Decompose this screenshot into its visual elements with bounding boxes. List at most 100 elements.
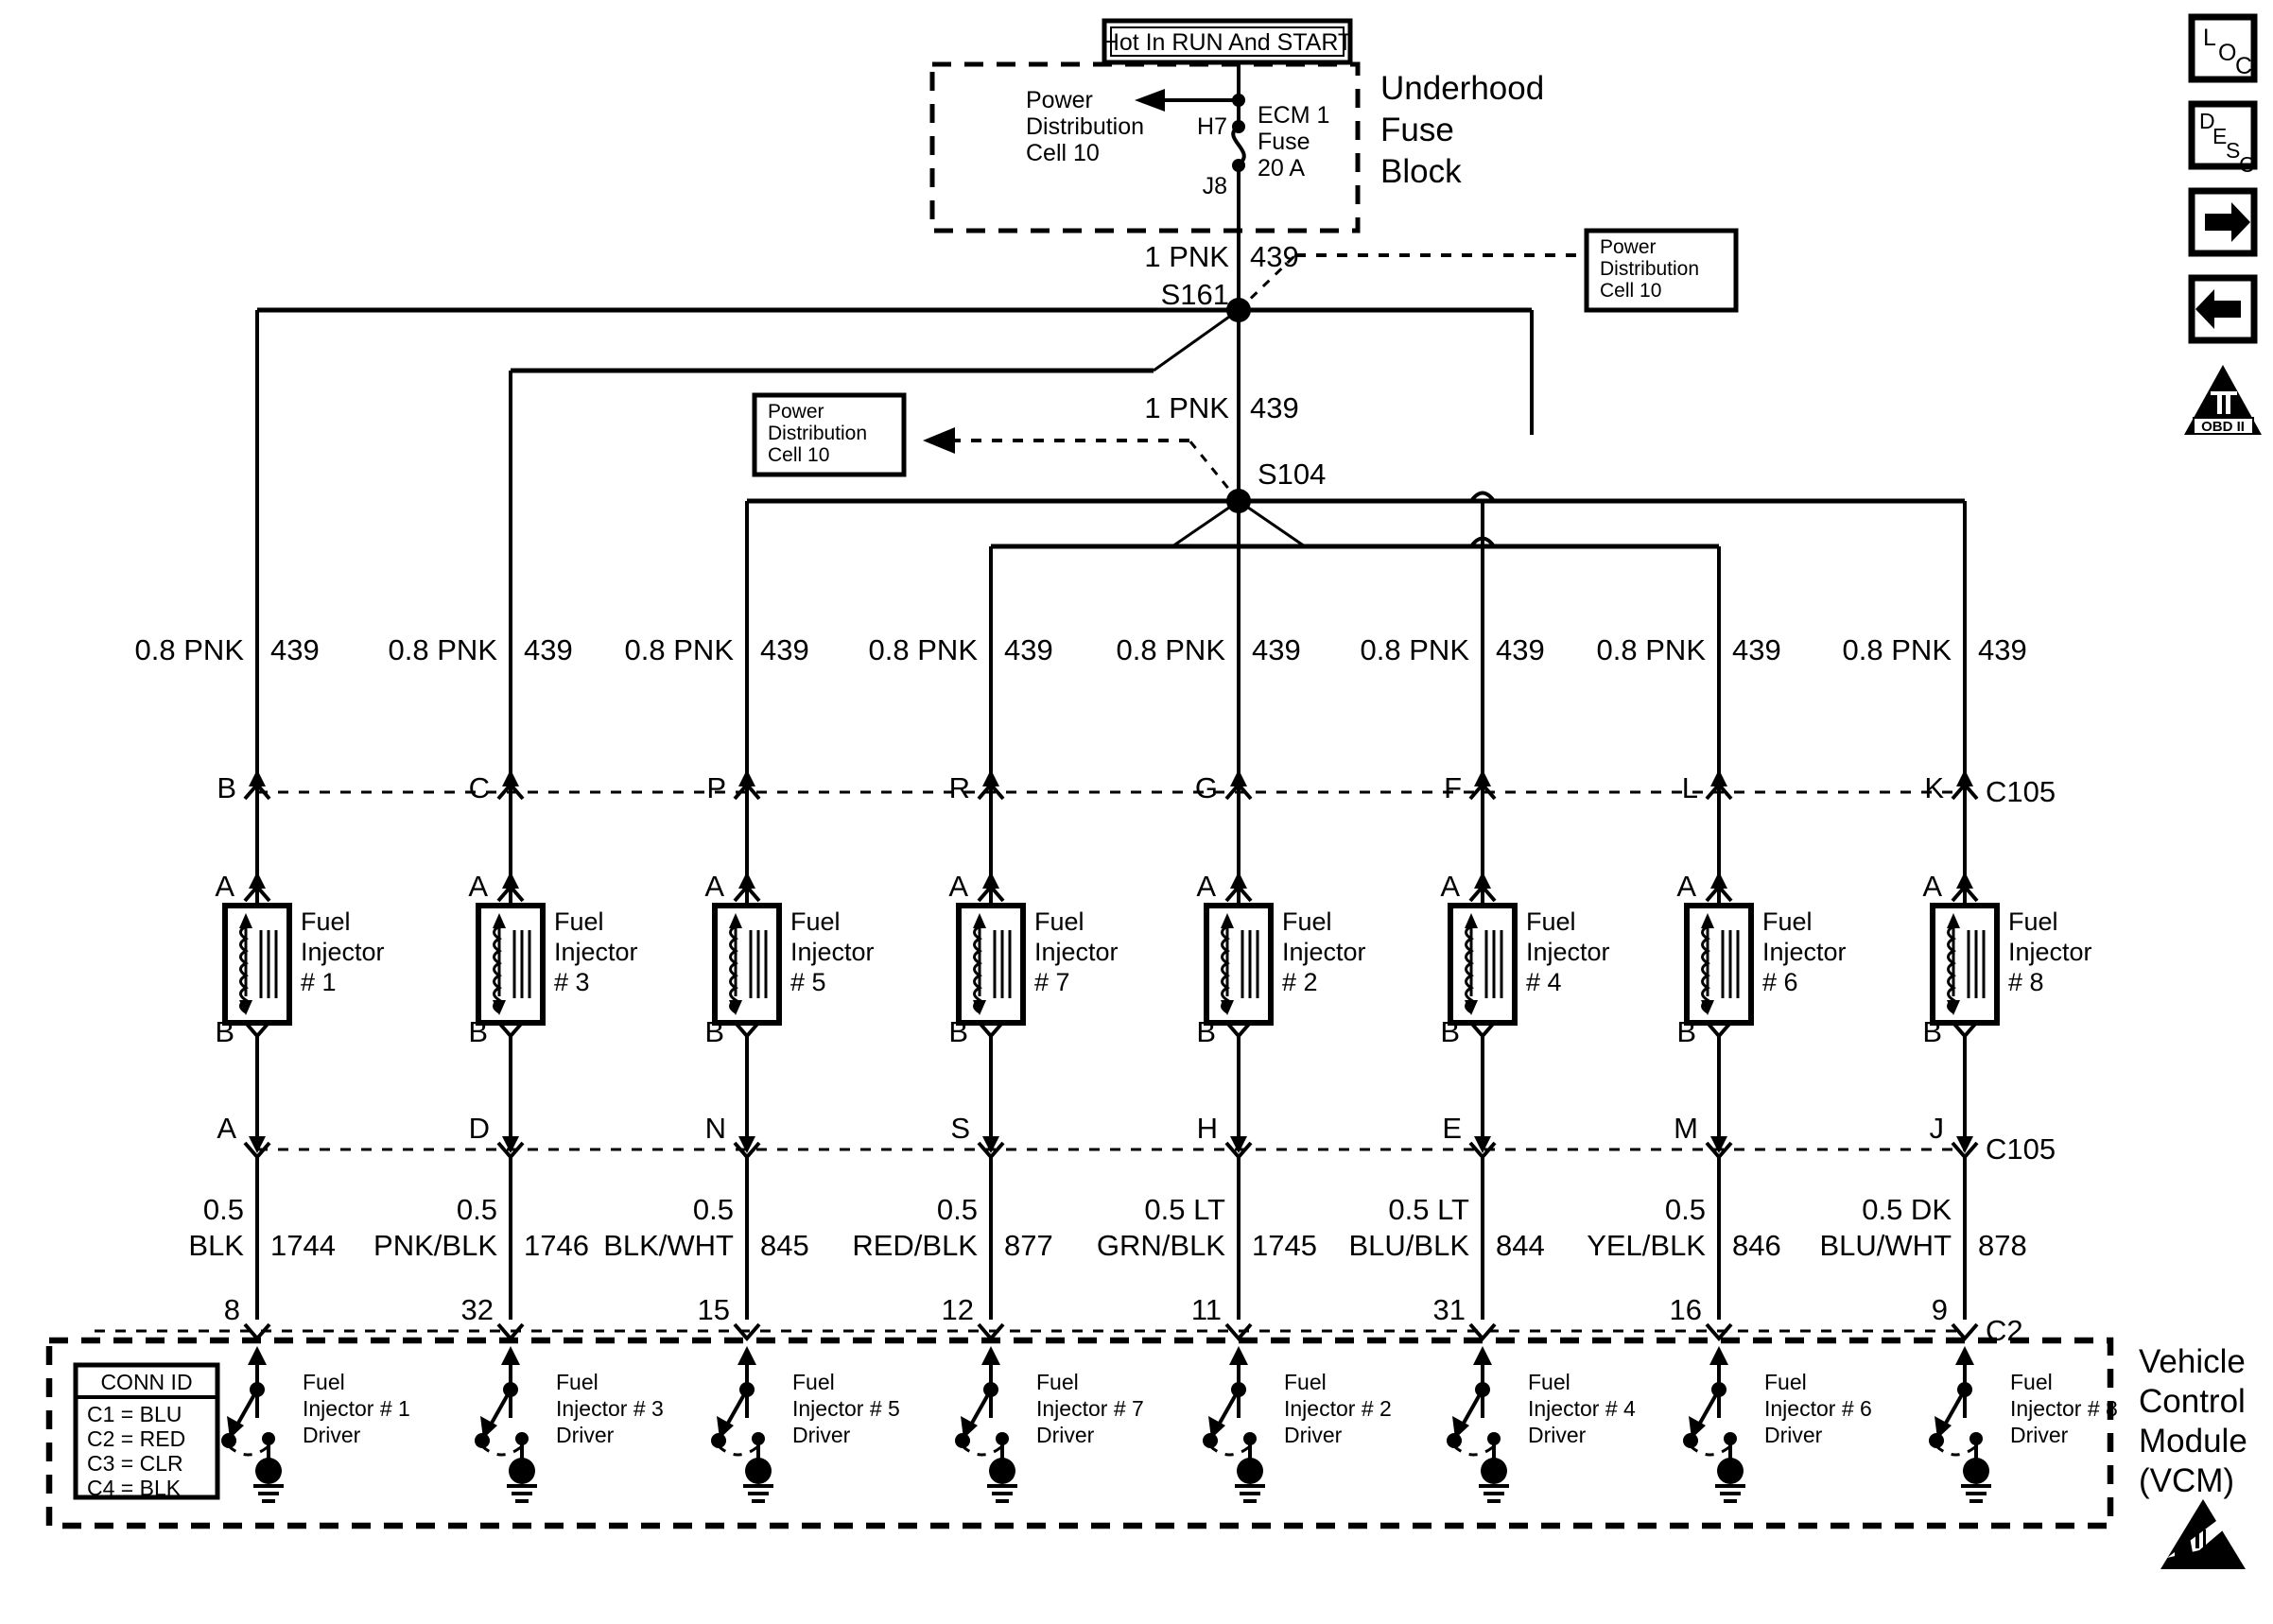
injector-number: # 2: [1282, 968, 1318, 996]
supply-circuit: 439: [760, 633, 809, 666]
injector-pin-a: A: [948, 870, 968, 903]
return-circuit: 1745: [1252, 1229, 1317, 1262]
supply-circuit: 439: [1496, 633, 1545, 666]
injector-column: 0.8 PNK 439 B A FuelInjector# 1 B A 0.5BLK 1744 8: [135, 633, 385, 1342]
fuel-injector-symbol: [1930, 903, 2000, 1026]
pdc-ur-line2: Distribution: [1600, 258, 1699, 280]
fuse-block-title-line1: Underhood: [1380, 70, 1544, 107]
fuel-injector-symbol: [476, 903, 546, 1026]
wiring-diagram-canvas: Hot In RUN And START Power Distribution …: [45, 13, 2262, 1569]
supply-size: 0.8 PNK: [869, 633, 979, 666]
injector-label-line1: Fuel: [1762, 907, 1813, 936]
return-size-line1: 0.5 DK: [1862, 1193, 1952, 1226]
desc-char-3: C: [2239, 152, 2255, 177]
injector-pin-a: A: [1676, 870, 1696, 903]
supply-circuit: 439: [1978, 633, 2027, 666]
return-size-line2: PNK/BLK: [373, 1229, 497, 1262]
fuel-injector-symbol: [956, 903, 1026, 1026]
driver-label-line3: Driver: [1036, 1423, 1095, 1447]
c105-top-pin: B: [217, 771, 236, 804]
connector-c105-lower-label: C105: [1986, 1132, 2056, 1166]
prev-button[interactable]: [2188, 274, 2258, 344]
fuse-block-title-line2: Fuse: [1380, 112, 1454, 148]
c105-top-pin: K: [1924, 771, 1944, 804]
injector-driver-stage: FuelInjector # 2Driver: [1203, 1346, 1392, 1503]
vcm-pin-number: 9: [1932, 1293, 1948, 1326]
injector-pin-a: A: [468, 870, 488, 903]
driver-label-line3: Driver: [2010, 1423, 2069, 1447]
toolbar[interactable]: L O C D E S C OBD II: [2160, 13, 2262, 1569]
injector-column: 0.8 PNK 439 G A FuelInjector# 2 B H 0.5 LTGRN/B…: [1097, 633, 1366, 1342]
c105-top-pin: C: [469, 771, 490, 804]
wiring-diagram-page: Hot In RUN And START Power Distribution …: [0, 0, 2273, 1624]
injector-pin-a: A: [215, 870, 234, 903]
obd-badge-label: OBD II: [2201, 419, 2245, 435]
vcm-title-line1: Vehicle: [2139, 1343, 2246, 1380]
injector-label-line1: Fuel: [2008, 907, 2058, 936]
driver-label-line1: Fuel: [2010, 1370, 2053, 1394]
c105-bot-pin: H: [1197, 1112, 1218, 1145]
injector-label-line1: Fuel: [554, 907, 604, 936]
injector-label-line1: Fuel: [1282, 907, 1332, 936]
feed-mid-size: 1 PNK: [1144, 391, 1229, 424]
return-size-line2: BLU/BLK: [1348, 1229, 1469, 1262]
injector-driver-stage: FuelInjector # 3Driver: [475, 1346, 664, 1503]
supply-size: 0.8 PNK: [625, 633, 735, 666]
fuel-injector-symbol: [1684, 903, 1754, 1026]
vcm-title-line2: Control: [2139, 1383, 2246, 1420]
underhood-fuse-block: Power Distribution Cell 10 H7 J8 ECM 1 F…: [929, 61, 1361, 233]
main-feed-trunk: 1 PNK 439 S161: [1144, 231, 1299, 311]
injector-label-line2: Injector: [2008, 938, 2092, 966]
pdc-fuseblock-line2: Distribution: [1026, 113, 1144, 140]
supply-circuit: 439: [1252, 633, 1301, 666]
c105-top-pin: P: [706, 771, 726, 804]
return-circuit: 877: [1004, 1229, 1053, 1262]
loc-char-2: C: [2235, 53, 2252, 79]
supply-circuit: 439: [1004, 633, 1053, 666]
supply-circuit: 439: [524, 633, 573, 666]
conn-id-row-2: C3 = CLR: [87, 1451, 183, 1476]
pdc-ml-line1: Power: [768, 401, 824, 423]
driver-label-line3: Driver: [1528, 1423, 1587, 1447]
injector-pin-a: A: [1196, 870, 1216, 903]
vcm-pin-number: 32: [461, 1293, 494, 1326]
vcm-pin-number: 8: [224, 1293, 240, 1326]
conn-id-row-0: C1 = BLU: [87, 1402, 182, 1426]
fuse-terminal-j8: J8: [1203, 173, 1227, 199]
fuel-injector-symbol: [1448, 903, 1518, 1026]
injector-column: 0.8 PNK 439 P A FuelInjector# 5 B N 0.5BLK/WHT 8…: [603, 633, 875, 1342]
injector-number: # 6: [1762, 968, 1798, 996]
driver-label-line3: Driver: [303, 1423, 361, 1447]
driver-label-line2: Injector # 2: [1284, 1396, 1392, 1421]
fuse-block-title-line3: Block: [1380, 153, 1462, 190]
c105-top-pin: R: [949, 771, 970, 804]
injector-pin-b: B: [468, 1015, 488, 1048]
injector-column: 0.8 PNK 439 K A FuelInjector# 8 B J 0.5 DKBLU/W…: [1820, 633, 2092, 1342]
injector-driver-stage: FuelInjector # 4Driver: [1447, 1346, 1636, 1503]
return-size-line2: BLK/WHT: [603, 1229, 734, 1262]
injector-number: # 5: [790, 968, 826, 996]
conn-id-row-1: C2 = RED: [87, 1426, 185, 1451]
supply-size: 0.8 PNK: [1361, 633, 1470, 666]
driver-label-line2: Injector # 3: [556, 1396, 664, 1421]
injector-driver-stage: FuelInjector # 5Driver: [711, 1346, 900, 1503]
vcm-pin-number: 31: [1433, 1293, 1466, 1326]
loc-char-0: L: [2203, 25, 2216, 51]
pdc-ur-line3: Cell 10: [1600, 280, 1661, 302]
splice-s161-label: S161: [1161, 278, 1229, 311]
driver-label-line1: Fuel: [1284, 1370, 1327, 1394]
loc-button[interactable]: L O C: [2188, 13, 2258, 83]
fuse-terminal-h7: H7: [1197, 113, 1227, 140]
injector-number: # 7: [1034, 968, 1070, 996]
injector-driver-stage: FuelInjector # 8Driver: [1929, 1346, 2118, 1503]
supply-circuit: 439: [1732, 633, 1781, 666]
fuse-name-line1: ECM 1: [1258, 102, 1329, 129]
desc-button[interactable]: D E S C: [2188, 100, 2258, 177]
c105-bot-pin: A: [217, 1112, 236, 1145]
fuse-rating: 20 A: [1258, 155, 1305, 181]
return-size-line1: 0.5: [937, 1193, 978, 1226]
next-button[interactable]: [2188, 187, 2258, 257]
return-circuit: 878: [1978, 1229, 2027, 1262]
c105-bot-pin: S: [950, 1112, 970, 1145]
injector-columns: 0.8 PNK 439BAFuelInjector# 1BA0.5BLK 17448…: [135, 633, 2092, 1342]
